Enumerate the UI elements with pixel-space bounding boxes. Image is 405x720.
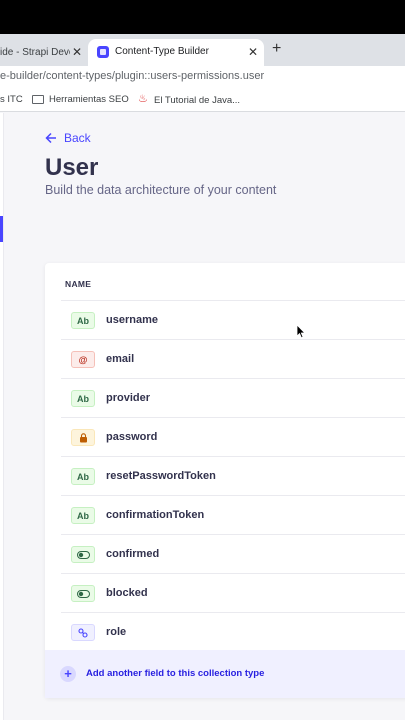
table-row[interactable]: password [61, 417, 405, 456]
left-navigation-edge [0, 113, 4, 720]
screen-top-bar [0, 0, 405, 34]
java-icon: ♨ [138, 93, 148, 105]
page-title: User [45, 154, 99, 181]
back-label: Back [64, 131, 91, 145]
fields-table-card: NAME Ab username @ email Ab provider pas… [45, 263, 405, 698]
bookmark-herramientas-seo[interactable]: Herramientas SEO [32, 94, 129, 105]
table-row[interactable]: Ab username [61, 300, 405, 339]
plus-icon: + [60, 666, 76, 682]
table-row[interactable]: role [61, 612, 405, 651]
table-row[interactable]: confirmed [61, 534, 405, 573]
page-subtitle: Build the data architecture of your cont… [45, 183, 277, 197]
browser-tab-strapi[interactable]: ide - Strapi Deve ✕ [0, 39, 88, 66]
mouse-cursor-icon [296, 324, 306, 339]
bookmarks-bar: s ITC Herramientas SEO ♨ El Tutorial de … [0, 88, 405, 112]
active-nav-indicator [0, 216, 3, 242]
browser-tabstrip: ide - Strapi Deve ✕ Content-Type Builder… [0, 34, 405, 66]
field-name: password [106, 431, 158, 443]
bookmark-itc[interactable]: s ITC [0, 94, 23, 105]
browser-tab-content-type-builder[interactable]: Content-Type Builder ✕ [88, 39, 264, 66]
field-name: role [106, 626, 127, 638]
text-icon: Ab [71, 468, 95, 485]
address-bar[interactable]: e-builder/content-types/plugin::users-pe… [0, 66, 405, 88]
text-icon: Ab [71, 390, 95, 407]
table-row[interactable]: @ email [61, 339, 405, 378]
text-icon: Ab [71, 507, 95, 524]
text-icon: Ab [71, 312, 95, 329]
strapi-favicon-icon [97, 46, 109, 58]
add-field-button[interactable]: + Add another field to this collection t… [45, 650, 405, 698]
table-row[interactable]: Ab resetPasswordToken [61, 456, 405, 495]
tab-close-icon[interactable]: ✕ [72, 45, 82, 59]
field-name: resetPasswordToken [106, 470, 216, 482]
field-name: email [106, 353, 135, 365]
table-row[interactable]: Ab provider [61, 378, 405, 417]
field-name: provider [106, 392, 151, 404]
add-field-label: Add another field to this collection typ… [86, 668, 265, 679]
field-name: confirmed [106, 548, 160, 560]
email-icon: @ [71, 351, 95, 368]
bookmark-label: El Tutorial de Java... [154, 94, 241, 106]
boolean-icon [71, 546, 95, 563]
table-row[interactable]: blocked [61, 573, 405, 612]
tab-title: ide - Strapi Deve [0, 47, 70, 58]
bookmark-label: Herramientas SEO [49, 94, 129, 105]
folder-icon [32, 95, 44, 104]
arrow-left-icon [45, 132, 56, 144]
field-name: confirmationToken [106, 509, 205, 521]
tab-title: Content-Type Builder [115, 46, 209, 57]
field-name: blocked [106, 587, 148, 599]
boolean-icon [71, 585, 95, 602]
tab-close-icon[interactable]: ✕ [248, 45, 258, 59]
bookmark-label: s ITC [0, 94, 23, 105]
back-link[interactable]: Back [45, 131, 91, 145]
column-header-name: NAME [65, 279, 92, 289]
new-tab-icon[interactable]: + [272, 40, 281, 58]
password-icon [71, 429, 95, 446]
bookmark-java-tutorial[interactable]: ♨ El Tutorial de Java... [138, 94, 240, 106]
table-row[interactable]: Ab confirmationToken [61, 495, 405, 534]
relation-icon [71, 624, 95, 641]
field-name: username [106, 314, 158, 326]
